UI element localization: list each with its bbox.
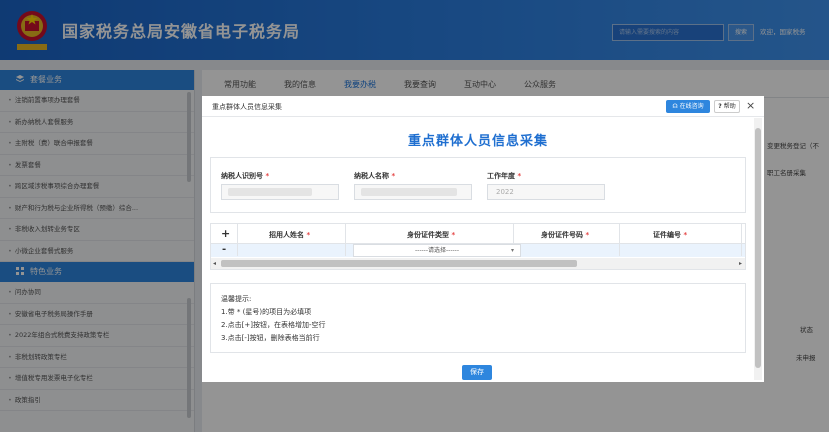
headset-icon: ☊: [672, 103, 680, 110]
col-header-cert-no: 证件编号 *: [653, 231, 688, 239]
collection-dialog: 重点群体人员信息采集 ☊ 在线咨询 ? 帮助 × 重点群体人员信息采集 纳税人识…: [202, 96, 764, 382]
col-header-id-number: 身份证件号码 *: [541, 231, 590, 239]
table-header: + 招用人姓名 * 身份证件类型 * 身份证件号码 * 证件编号 *: [211, 224, 745, 244]
tip-line: 3.点击[-]按钮，删除表格当前行: [221, 334, 320, 342]
chevron-down-icon: ▾: [510, 247, 514, 254]
scroll-right-icon[interactable]: ▸: [739, 258, 742, 269]
personnel-table: + 招用人姓名 * 身份证件类型 * 身份证件号码 * 证件编号 * - ---…: [210, 223, 746, 270]
online-consult-button[interactable]: ☊ 在线咨询: [666, 100, 710, 113]
add-row-button[interactable]: +: [221, 227, 230, 240]
save-button[interactable]: 保存: [462, 365, 492, 380]
col-header-id-type: 身份证件类型 *: [407, 231, 456, 239]
divider: [202, 116, 764, 117]
table-horizontal-scrollbar[interactable]: ◂ ▸: [211, 258, 745, 269]
work-year-field[interactable]: 2022: [487, 184, 605, 200]
taxpayer-name-field[interactable]: [354, 184, 472, 200]
close-icon[interactable]: ×: [746, 98, 755, 114]
taxpayer-id-label: 纳税人识别号 *: [221, 172, 270, 180]
work-year-label: 工作年度 *: [487, 172, 522, 180]
help-button[interactable]: ? 帮助: [714, 100, 740, 113]
taxpayer-info-panel: 纳税人识别号 * 纳税人名称 * 工作年度 * 2022: [210, 157, 746, 213]
dialog-title: 重点群体人员信息采集: [212, 103, 282, 111]
column-divider: [619, 224, 620, 256]
column-divider: [741, 224, 742, 256]
col-header-name: 招用人姓名 *: [269, 231, 311, 239]
tip-line: 2.点击[+]按钮，在表格增加-空行: [221, 321, 326, 329]
tip-line: 1.带 * (星号)的项目为必填项: [221, 308, 312, 316]
column-divider: [237, 224, 238, 256]
delete-row-button[interactable]: -: [222, 244, 226, 255]
dialog-scrollbar[interactable]: [754, 118, 762, 380]
form-heading: 重点群体人员信息采集: [407, 134, 548, 149]
column-divider: [345, 224, 346, 256]
taxpayer-id-field[interactable]: [221, 184, 339, 200]
tips-title: 温馨提示:: [221, 295, 252, 303]
tips-panel: 温馨提示: 1.带 * (星号)的项目为必填项 2.点击[+]按钮，在表格增加-…: [210, 283, 746, 353]
taxpayer-name-label: 纳税人名称 *: [354, 172, 396, 180]
scroll-left-icon[interactable]: ◂: [213, 258, 216, 269]
id-type-select[interactable]: ------请选择------ ▾: [353, 244, 521, 257]
